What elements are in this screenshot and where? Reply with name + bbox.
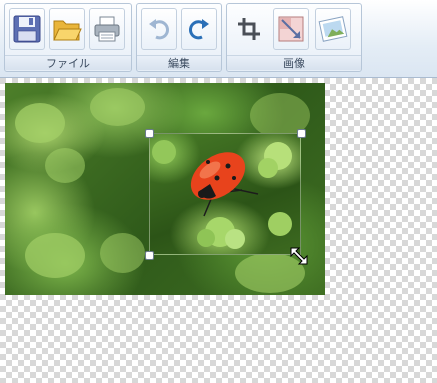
selection-handle-bottom-left[interactable] [145,251,154,260]
edit-group-label: 編集 [137,55,221,70]
edit-group: 編集 [136,3,222,72]
folder-open-icon [53,20,82,41]
printer-icon [94,16,120,42]
open-button[interactable] [49,8,85,50]
print-button[interactable] [89,8,125,50]
file-group: ファイル [4,3,132,72]
undo-arrow-icon [149,19,169,40]
redo-button[interactable] [181,8,217,50]
save-button[interactable] [9,8,45,50]
selection-handle-top-left[interactable] [145,129,154,138]
ladybug-image [152,140,292,249]
ribbon-toolbar: ファイル 編集 画像 [0,0,437,78]
selection-area[interactable] [149,133,301,255]
file-group-label: ファイル [5,55,131,70]
crop-button[interactable] [231,8,267,50]
selection-handle-top-right[interactable] [297,129,306,138]
image-group-label: 画像 [227,55,361,70]
diagonal-resize-cursor-icon [290,247,308,265]
crop-icon [238,18,260,40]
image-group: 画像 [226,3,362,72]
undo-button[interactable] [141,8,177,50]
image-edit-icon [318,16,348,42]
resize-image-icon [278,16,304,42]
floppy-disk-icon [13,15,41,43]
resize-image-button[interactable] [273,8,309,50]
redo-arrow-icon [189,19,209,40]
edit-image-button[interactable] [315,8,351,50]
